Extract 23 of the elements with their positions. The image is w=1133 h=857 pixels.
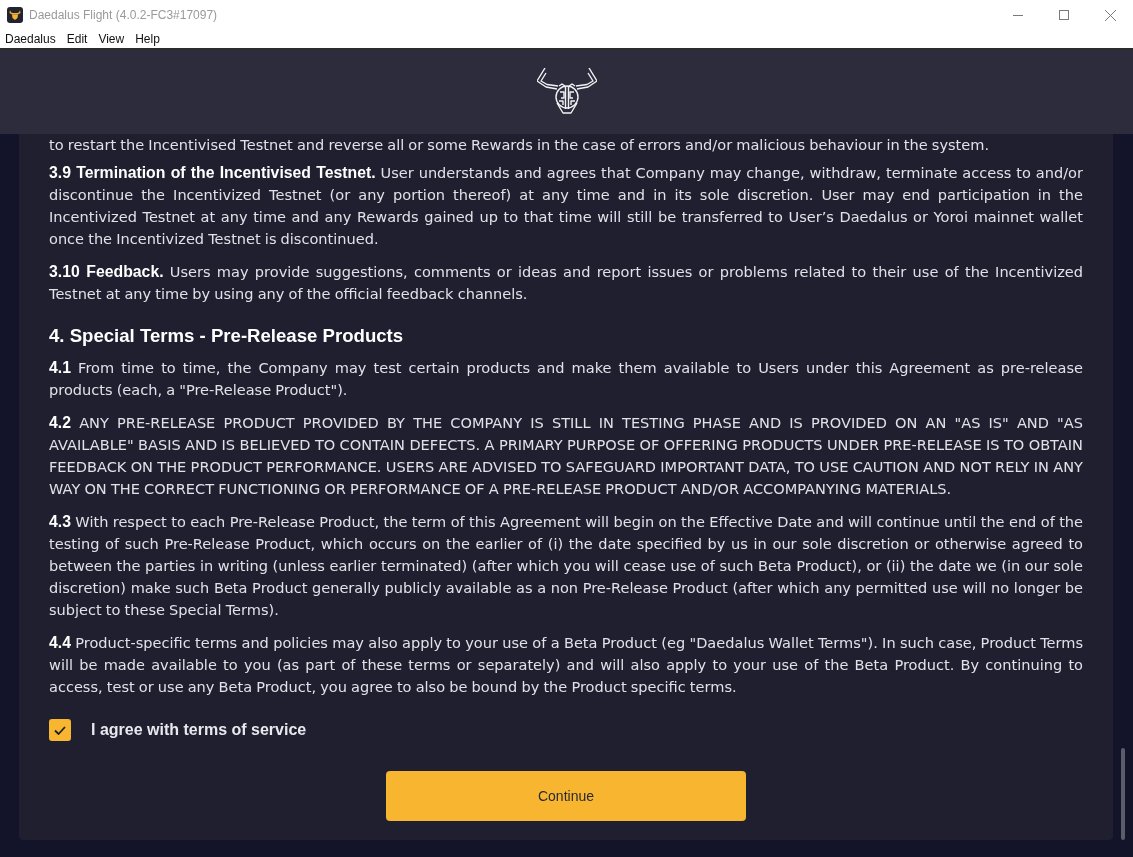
menu-item[interactable]: Edit <box>61 30 93 48</box>
agree-label: I agree with terms of service <box>91 721 307 739</box>
minimize-icon <box>1013 14 1023 16</box>
terms-paragraph: 4.3 With respect to each Pre-Release Product, the term of this Agreement will begin on the Effective Date and will continue until the end of the testing of such Pre-Release Product, which occurs on the earlier of (i) the date specified by us in our sole discretion or otherwise agreed to between the parties in writing (unless earlier terminated) (after which you will cease use of such Beta Product), or (ii) the date we (in our sole discretion) make such Beta Product generally publicly available as a non Pre-Release Product (after which any permitted use will no longer be subject to these Special Terms). <box>49 512 1083 620</box>
terms-paragraph: 3.10 Feedback. Users may provide suggestions, comments or ideas and report issues or problems related to their use of the Incentivized Testnet at any time by using any of the official feedback channels. <box>49 262 1083 304</box>
terms-paragraph: 4.2 ANY PRE-RELEASE PRODUCT PROVIDED BY THE COMPANY IS STILL IN TESTING PHASE AND IS PROVIDED ON AN "AS IS" AND "AS AVAILABLE" BASIS AND IS BELIEVED TO CONTAIN DEFECTS. A PRIMARY PURPOSE OF OFFERING PRODUCTS UNDER PRE-RELEASE IS TO OBTAIN FEEDBACK ON THE PRODUCT PERFORMANCE. USERS ARE ADVISED TO SAFEGUARD IMPORTANT DATA, TO USE CAUTION AND NOT RELY IN ANY WAY ON THE CORRECT FUNCTIONING OR PERFORMANCE OF A PRE-RELEASE PRODUCT AND/OR ACCOMPANYING MATERIALS. <box>49 413 1083 499</box>
agree-checkbox[interactable] <box>49 719 71 741</box>
checkmark-icon <box>54 725 66 735</box>
bull-app-icon <box>7 7 23 23</box>
menu-item[interactable]: Daedalus <box>0 30 62 48</box>
scrollbar-thumb[interactable] <box>1121 748 1125 840</box>
section-heading: 4. Special Terms - Pre-Release Products <box>49 324 405 348</box>
terms-paragraph: to restart the Incentivised Testnet and reverse all or some Rewards in the case of errors and/or malicious behaviour in the system. <box>49 135 991 155</box>
bull-head-logo <box>536 68 597 114</box>
close-icon <box>1104 9 1116 21</box>
menu-item[interactable]: Help <box>129 30 166 48</box>
window-title: Daedalus Flight (4.0.2-FC3#17097) <box>29 8 218 22</box>
continue-button[interactable]: Continue <box>386 771 746 821</box>
terms-paragraph: 4.4 Product-specific terms and policies may also apply to your use of a Beta Product (eg "Daedalus Wallet Terms"). In such case, Product Terms will be made available to you (as part of these terms or separately) and will also apply to your use of the Beta Product. By continuing to access, test or use any Beta Product, you agree to also be bound by the Product specific terms. <box>49 633 1083 697</box>
menu-item[interactable]: View <box>92 30 130 48</box>
terms-paragraph: 3.9 Termination of the Incentivised Testnet. User understands and agrees that Company may change, withdraw, terminate access to and/or discontinue the Incentivized Testnet (or any portion thereof) at any time and in its sole discretion. User may end participation in the Incentivized Testnet at any time and any Rewards gained up to that time will still be transferred to User’s Daedalus or Yoroi mainnet wallet once the Incentivized Testnet is discontinued. <box>49 163 1083 249</box>
terms-paragraph: 4.1 From time to time, the Company may test certain products and make them available to Users under this Agreement as pre-release products (each, a "Pre-Release Product"). <box>49 358 1083 400</box>
maximize-icon <box>1059 10 1069 20</box>
